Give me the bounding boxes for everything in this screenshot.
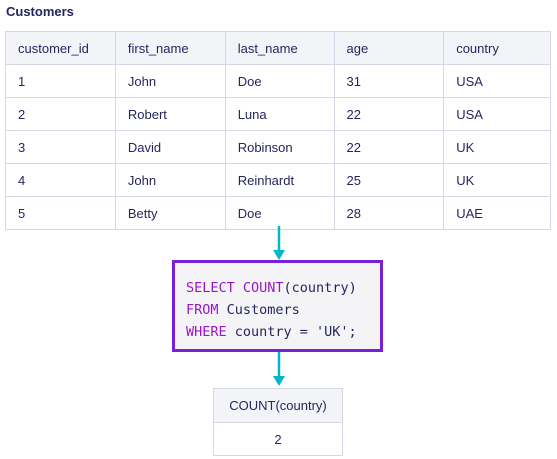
sql-text: (country) <box>283 280 357 296</box>
sql-query-box: SELECT COUNT(country) FROM Customers WHE… <box>172 260 383 352</box>
sql-keyword: SELECT COUNT <box>186 280 284 296</box>
table-row: 2 <box>213 422 343 456</box>
table-cell: Betty <box>114 196 226 230</box>
table-title: Customers <box>6 4 74 19</box>
sql-text: Customers <box>218 302 300 318</box>
table-row: 3 David Robinson 22 UK <box>5 130 551 164</box>
column-header: country <box>443 31 551 65</box>
table-cell: 5 <box>5 196 116 230</box>
table-cell: USA <box>443 97 551 131</box>
table-cell: Robert <box>114 97 226 131</box>
result-value: 2 <box>213 422 343 456</box>
sql-keyword: WHERE <box>186 324 227 340</box>
column-header: customer_id <box>5 31 116 65</box>
column-header: age <box>333 31 445 65</box>
column-header: COUNT(country) <box>213 388 343 423</box>
table-header-row: customer_id first_name last_name age cou… <box>5 31 551 65</box>
table-cell: John <box>114 163 226 197</box>
table-cell: 2 <box>5 97 116 131</box>
result-table: COUNT(country) 2 <box>213 388 343 456</box>
table-cell: 3 <box>5 130 116 164</box>
table-header-row: COUNT(country) <box>213 388 343 423</box>
column-header: first_name <box>114 31 226 65</box>
table-cell: David <box>114 130 226 164</box>
table-cell: Reinhardt <box>224 163 335 197</box>
table-cell: John <box>114 64 226 98</box>
table-cell: Doe <box>224 64 335 98</box>
table-cell: Doe <box>224 196 335 230</box>
arrow-down-icon <box>273 352 285 386</box>
table-cell: UK <box>443 163 551 197</box>
arrow-down-icon <box>273 226 285 260</box>
table-cell: 22 <box>333 97 445 131</box>
table-row: 4 John Reinhardt 25 UK <box>5 163 551 197</box>
table-row: 5 Betty Doe 28 UAE <box>5 196 551 230</box>
customers-table: customer_id first_name last_name age cou… <box>5 31 551 230</box>
table-cell: 4 <box>5 163 116 197</box>
column-header: last_name <box>224 31 335 65</box>
table-cell: 28 <box>333 196 445 230</box>
table-cell: UK <box>443 130 551 164</box>
table-cell: UAE <box>443 196 551 230</box>
table-cell: 22 <box>333 130 445 164</box>
table-row: 1 John Doe 31 USA <box>5 64 551 98</box>
table-cell: Robinson <box>224 130 335 164</box>
table-cell: 31 <box>333 64 445 98</box>
table-cell: 25 <box>333 163 445 197</box>
table-cell: 1 <box>5 64 116 98</box>
sql-keyword: FROM <box>186 302 219 318</box>
table-cell: USA <box>443 64 551 98</box>
table-cell: Luna <box>224 97 335 131</box>
table-row: 2 Robert Luna 22 USA <box>5 97 551 131</box>
sql-text: country = 'UK'; <box>226 324 357 340</box>
